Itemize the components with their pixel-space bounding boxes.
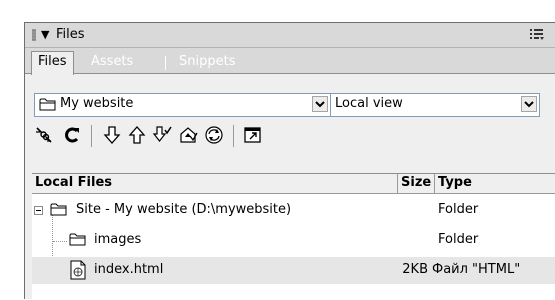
file-type: Folder	[438, 232, 479, 247]
collapse-toggle-icon[interactable]	[34, 206, 43, 215]
check-out-icon[interactable]	[151, 124, 173, 146]
tab-snippets[interactable]: Snippets	[173, 52, 241, 73]
collapse-arrow-icon[interactable]: ▼	[41, 28, 49, 41]
tab-separator	[165, 56, 166, 70]
table-row[interactable]: index.html 2KB Файл "HTML"	[32, 257, 555, 284]
column-header-local-files[interactable]: Local Files	[35, 175, 112, 190]
column-divider[interactable]	[434, 174, 435, 193]
check-in-icon[interactable]	[177, 124, 199, 146]
expand-icon[interactable]	[242, 124, 264, 146]
connect-icon[interactable]	[33, 124, 55, 146]
file-name: Site - My website (D:\mywebsite)	[76, 202, 292, 217]
file-type: Folder	[438, 202, 479, 217]
file-size: 2KB	[402, 262, 428, 277]
file-type: Файл "HTML"	[432, 262, 521, 277]
column-header-type[interactable]: Type	[438, 175, 472, 190]
tab-assets[interactable]: Assets	[85, 52, 139, 73]
file-list[interactable]: Local Files Size Type Site - My website …	[32, 173, 555, 300]
column-header-size[interactable]: Size	[401, 175, 431, 190]
site-dropdown-chevron-icon[interactable]	[312, 96, 328, 112]
synchronize-icon[interactable]	[203, 124, 225, 146]
get-icon[interactable]	[101, 124, 123, 146]
folder-icon	[50, 203, 67, 216]
view-dropdown-chevron-icon[interactable]	[521, 96, 537, 112]
folder-icon	[69, 233, 86, 246]
folder-icon	[39, 98, 56, 111]
put-icon[interactable]	[126, 124, 148, 146]
view-dropdown[interactable]: Local view	[330, 93, 540, 117]
table-row[interactable]: images Folder	[32, 227, 555, 254]
view-dropdown-value: Local view	[335, 96, 403, 111]
files-panel: ▼ Files Files Assets Snippets My website…	[24, 22, 555, 300]
html-file-icon	[70, 260, 86, 280]
toolbar-separator	[91, 125, 92, 147]
panel-titlebar[interactable]: ▼ Files	[25, 23, 555, 48]
site-dropdown-value: My website	[60, 96, 134, 111]
panel-title: Files	[56, 27, 85, 42]
drag-grip-icon[interactable]	[32, 29, 36, 41]
site-dropdown[interactable]: My website	[34, 93, 331, 117]
file-name: images	[94, 232, 142, 247]
toolbar-separator	[233, 125, 234, 147]
refresh-icon[interactable]	[61, 124, 83, 146]
tab-files[interactable]: Files	[31, 51, 74, 75]
file-list-header: Local Files Size Type	[32, 174, 555, 194]
column-divider[interactable]	[397, 174, 398, 193]
options-menu-icon[interactable]	[529, 26, 545, 42]
tab-bar: Files Assets Snippets	[25, 48, 555, 75]
file-toolbar	[25, 124, 555, 150]
table-row[interactable]: Site - My website (D:\mywebsite) Folder	[32, 197, 555, 224]
file-name: index.html	[94, 262, 164, 277]
